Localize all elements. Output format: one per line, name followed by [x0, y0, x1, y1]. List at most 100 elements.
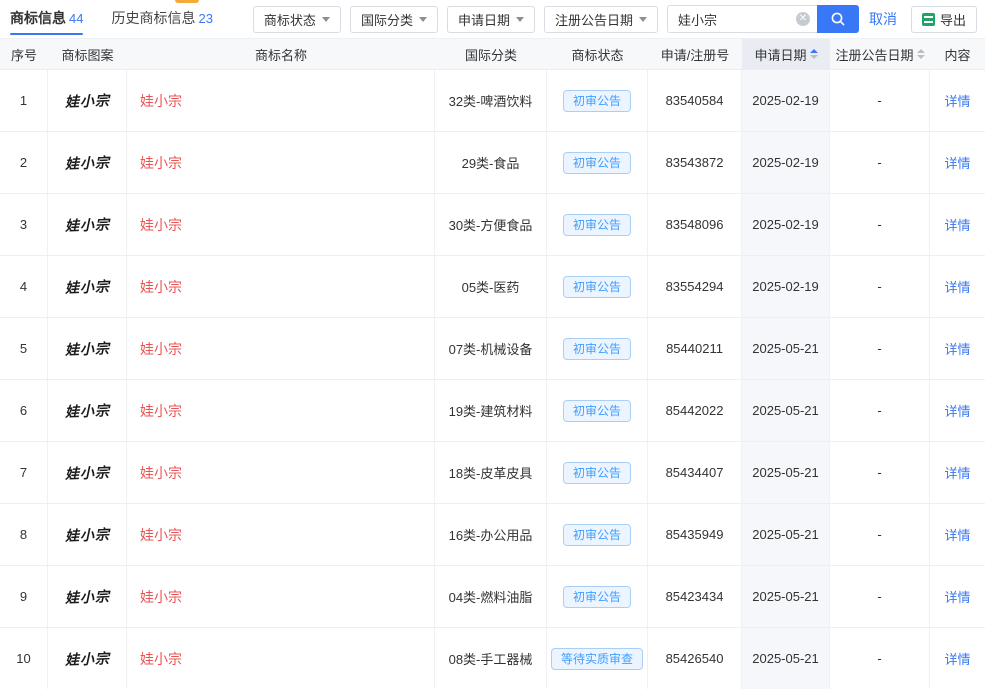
cell-trademark-name: 娃小宗: [127, 132, 435, 193]
cell-reg-no: 85442022: [648, 380, 742, 441]
detail-link[interactable]: 详情: [944, 91, 970, 110]
status-badge: 初审公告: [563, 586, 631, 608]
cell-status: 初审公告: [547, 318, 648, 379]
filter-apply-date[interactable]: 申请日期: [447, 6, 535, 33]
cell-pub-date: -: [830, 194, 930, 255]
trademark-image: 娃小宗: [64, 524, 110, 546]
table-row: 8 娃小宗 娃小宗 16类-办公用品 初审公告 85435949 2025-05…: [0, 504, 985, 566]
status-badge: 初审公告: [563, 214, 631, 236]
table-row: 5 娃小宗 娃小宗 07类-机械设备 初审公告 85440211 2025-05…: [0, 318, 985, 380]
cell-pub-date: -: [830, 442, 930, 503]
cell-no: 6: [0, 380, 48, 441]
detail-link[interactable]: 详情: [944, 525, 970, 544]
export-label: 导出: [940, 10, 966, 29]
cell-trademark-name: 娃小宗: [127, 566, 435, 627]
cell-no: 1: [0, 70, 48, 131]
trademark-image: 娃小宗: [64, 276, 110, 298]
detail-link[interactable]: 详情: [944, 587, 970, 606]
cell-no: 8: [0, 504, 48, 565]
cell-intl-class: 30类-方便食品: [435, 194, 547, 255]
table-row: 1 娃小宗 娃小宗 32类-啤酒饮料 初审公告 83540584 2025-02…: [0, 70, 985, 132]
cell-intl-class: 32类-啤酒饮料: [435, 70, 547, 131]
sort-icon[interactable]: [810, 49, 818, 59]
cell-trademark-name: 娃小宗: [127, 442, 435, 503]
cell-apply-date: 2025-05-21: [742, 628, 830, 689]
cancel-button[interactable]: 取消: [869, 9, 897, 29]
cell-status: 初审公告: [547, 504, 648, 565]
chevron-down-icon: [516, 17, 524, 22]
cell-status: 初审公告: [547, 256, 648, 317]
cell-no: 9: [0, 566, 48, 627]
excel-icon: [922, 13, 935, 26]
cell-intl-class: 29类-食品: [435, 132, 547, 193]
cell-reg-no: 85426540: [648, 628, 742, 689]
table-row: 2 娃小宗 娃小宗 29类-食品 初审公告 83543872 2025-02-1…: [0, 132, 985, 194]
cell-intl-class: 18类-皮革皮具: [435, 442, 547, 503]
table-body: 1 娃小宗 娃小宗 32类-啤酒饮料 初审公告 83540584 2025-02…: [0, 70, 985, 689]
search-button[interactable]: [817, 5, 859, 33]
cell-intl-class: 16类-办公用品: [435, 504, 547, 565]
cell-status: 初审公告: [547, 70, 648, 131]
chevron-down-icon: [322, 17, 330, 22]
clear-search-icon[interactable]: ✕: [796, 12, 810, 26]
col-header-reg-no: 申请/注册号: [648, 39, 742, 69]
toolbar: 商标信息44 VIP 历史商标信息23 商标状态 国际分类 申请日期 注册公告日…: [0, 0, 985, 38]
cell-pub-date: -: [830, 566, 930, 627]
detail-link[interactable]: 详情: [944, 463, 970, 482]
detail-link[interactable]: 详情: [944, 339, 970, 358]
search-input[interactable]: [667, 5, 817, 33]
trademark-image: 娃小宗: [64, 400, 110, 422]
cell-apply-date: 2025-05-21: [742, 380, 830, 441]
cell-reg-no: 85434407: [648, 442, 742, 503]
col-header-label: 申请日期: [754, 45, 806, 64]
export-button[interactable]: 导出: [911, 6, 977, 33]
tab-label: 商标信息: [10, 10, 66, 26]
cell-no: 3: [0, 194, 48, 255]
detail-link[interactable]: 详情: [944, 401, 970, 420]
cell-pub-date: -: [830, 70, 930, 131]
trademark-image: 娃小宗: [64, 338, 110, 360]
col-header-no: 序号: [0, 39, 48, 69]
cell-trademark-image: 娃小宗: [48, 566, 127, 627]
filter-international-class[interactable]: 国际分类: [350, 6, 438, 33]
cell-reg-no: 83548096: [648, 194, 742, 255]
cell-apply-date: 2025-05-21: [742, 566, 830, 627]
cell-apply-date: 2025-02-19: [742, 256, 830, 317]
detail-link[interactable]: 详情: [944, 153, 970, 172]
status-badge: 初审公告: [563, 338, 631, 360]
cell-content: 详情: [930, 256, 985, 317]
tab-count: 23: [198, 11, 212, 26]
filter-trademark-status[interactable]: 商标状态: [253, 6, 341, 33]
filter-registration-publication-date[interactable]: 注册公告日期: [544, 6, 658, 33]
trademark-image: 娃小宗: [64, 90, 110, 112]
col-header-pub-date[interactable]: 注册公告日期: [830, 39, 930, 69]
tab-trademark-info[interactable]: 商标信息44: [10, 0, 83, 39]
tab-bar: 商标信息44 VIP 历史商标信息23: [10, 0, 213, 39]
cell-apply-date: 2025-02-19: [742, 194, 830, 255]
detail-link[interactable]: 详情: [944, 649, 970, 668]
cell-apply-date: 2025-02-19: [742, 132, 830, 193]
sort-icon[interactable]: [917, 49, 925, 59]
cell-apply-date: 2025-02-19: [742, 70, 830, 131]
trademark-image: 娃小宗: [64, 462, 110, 484]
cell-apply-date: 2025-05-21: [742, 318, 830, 379]
col-header-name: 商标名称: [127, 39, 435, 69]
cell-trademark-image: 娃小宗: [48, 318, 127, 379]
trademark-image: 娃小宗: [64, 648, 110, 670]
detail-link[interactable]: 详情: [944, 277, 970, 296]
cell-status: 初审公告: [547, 566, 648, 627]
detail-link[interactable]: 详情: [944, 215, 970, 234]
cell-status: 初审公告: [547, 380, 648, 441]
filter-label: 商标状态: [264, 10, 316, 29]
cell-content: 详情: [930, 318, 985, 379]
cell-status: 初审公告: [547, 194, 648, 255]
tab-history-trademark-info[interactable]: VIP 历史商标信息23: [111, 0, 212, 39]
status-badge: 初审公告: [563, 524, 631, 546]
chevron-down-icon: [639, 17, 647, 22]
col-header-image: 商标图案: [48, 39, 127, 69]
cell-status: 初审公告: [547, 132, 648, 193]
cell-trademark-image: 娃小宗: [48, 504, 127, 565]
col-header-apply-date[interactable]: 申请日期: [742, 39, 830, 69]
status-badge: 初审公告: [563, 462, 631, 484]
cell-reg-no: 85440211: [648, 318, 742, 379]
